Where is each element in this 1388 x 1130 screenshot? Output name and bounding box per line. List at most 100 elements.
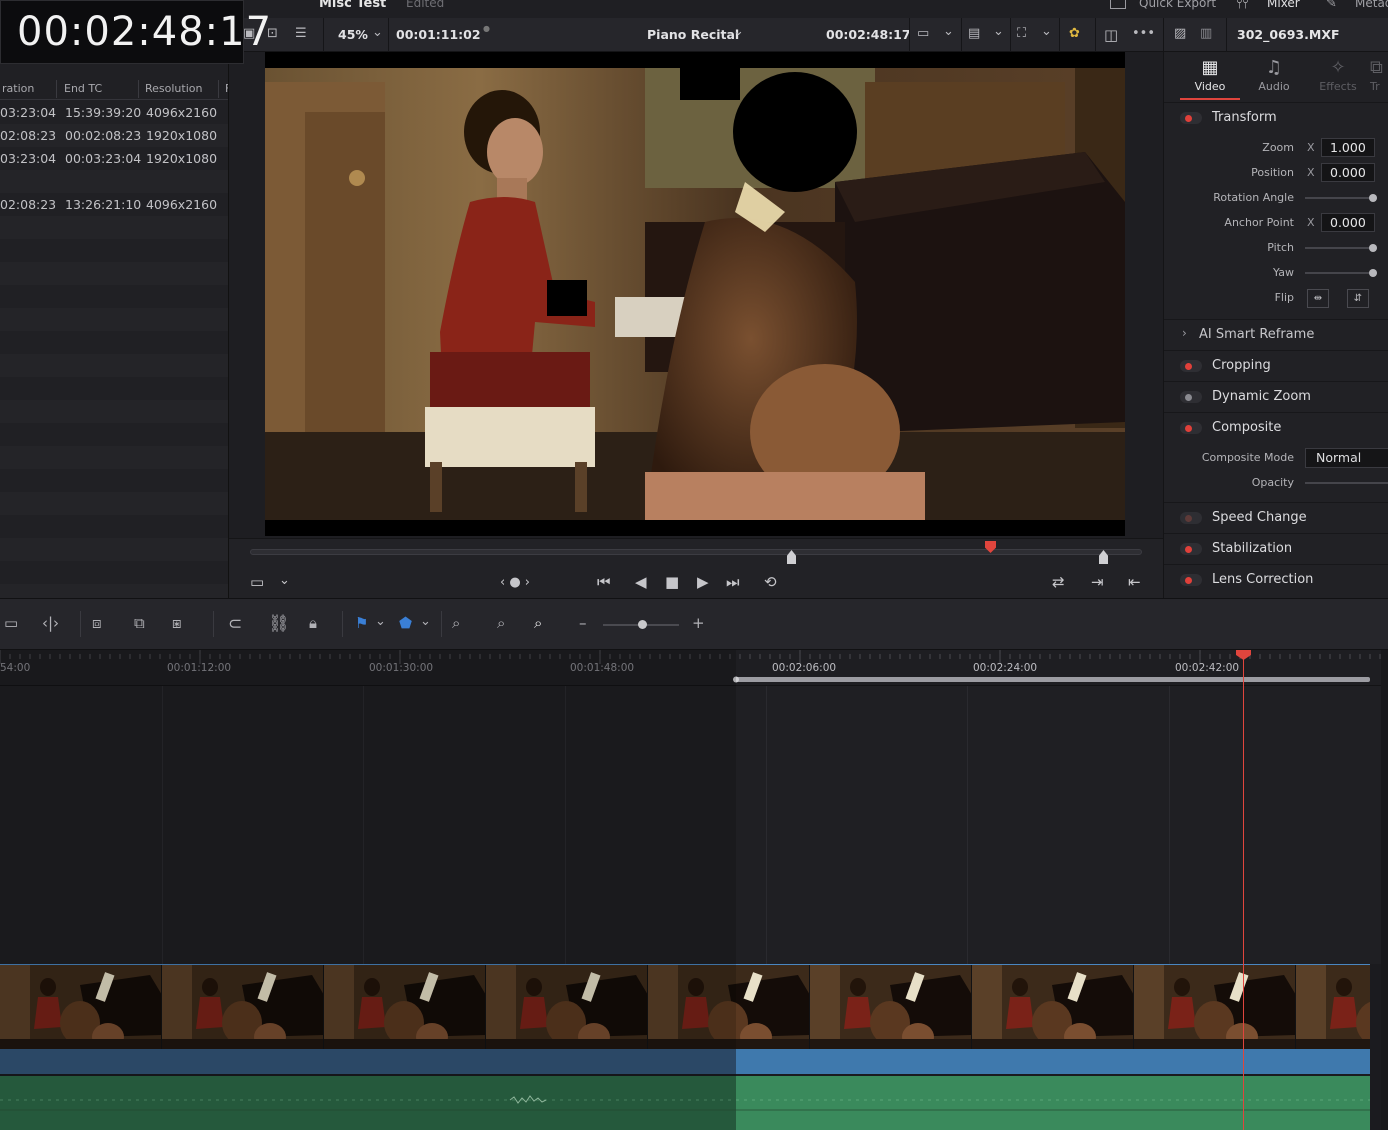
inspector-panel: ▦ Video ♫ Audio ✧ Effects ⧉ Tr Transform… — [1163, 52, 1388, 598]
composite-mode-dropdown[interactable]: Normal — [1305, 448, 1388, 468]
crop-tool-icon[interactable]: ▭ — [250, 573, 264, 591]
match-frame-icon[interactable]: ⇄ — [1052, 573, 1065, 591]
zoom-full-extent-icon[interactable]: ⌕ — [452, 614, 460, 632]
flag-icon[interactable]: ⚑ — [355, 614, 368, 632]
section-dynamic-zoom[interactable]: Dynamic Zoom — [1164, 381, 1388, 411]
lens-correction-toggle[interactable] — [1180, 574, 1202, 586]
audio-clip[interactable] — [0, 1074, 1370, 1130]
lock-icon[interactable]: 🔒︎ — [309, 614, 317, 632]
tab-transition[interactable]: ⧉ Tr — [1370, 58, 1388, 94]
yaw-slider[interactable] — [1305, 269, 1377, 277]
video-quality-icon[interactable]: ▤ — [968, 26, 980, 41]
pitch-slider[interactable] — [1305, 244, 1377, 252]
section-cropping[interactable]: Cropping — [1164, 350, 1388, 380]
table-row[interactable]: 03:23:04 15:39:39:20 4096x2160 — [0, 101, 228, 124]
loop-icon[interactable]: ⟲ — [764, 573, 777, 591]
timeline-track-area[interactable] — [0, 686, 1381, 964]
zoom-out-icon[interactable]: – — [579, 614, 587, 632]
zoom-detail-icon[interactable]: ⌕ — [497, 614, 505, 632]
go-to-start-icon[interactable]: ⏮ — [597, 573, 611, 591]
linked-selection-icon[interactable]: ⛓ — [268, 614, 290, 634]
tab-effects[interactable]: ✧ Effects — [1306, 58, 1370, 94]
rotation-slider[interactable] — [1305, 194, 1377, 202]
zoom-level-dropdown[interactable]: 45% — [338, 27, 368, 42]
zoom-x-field[interactable]: 1.000 — [1321, 138, 1375, 157]
speed-change-toggle[interactable] — [1180, 512, 1202, 524]
flip-label: Flip — [1274, 291, 1294, 304]
transform-toggle[interactable] — [1180, 112, 1202, 124]
flip-vertical-button[interactable]: ⇵ — [1347, 289, 1369, 308]
scrub-bar[interactable] — [250, 549, 1142, 555]
mixer-icon[interactable]: ⫯⫯ — [1236, 0, 1248, 12]
chevron-down-icon[interactable]: ⌄ — [733, 24, 744, 39]
quick-export-button[interactable]: Quick Export — [1139, 0, 1216, 10]
section-transform[interactable]: Transform — [1164, 102, 1388, 132]
composite-toggle[interactable] — [1180, 422, 1202, 434]
zoom-slider-handle[interactable] — [638, 620, 647, 629]
safe-area-icon[interactable]: ▭ — [917, 26, 929, 41]
jog-nav-control[interactable]: ‹ ● › — [500, 575, 530, 590]
overwrite-clip-icon[interactable]: ⧈ — [92, 614, 102, 632]
split-view-icon[interactable]: ◫ — [1104, 26, 1118, 44]
column-duration[interactable]: ration — [2, 82, 34, 95]
go-to-end-icon[interactable]: ⏭ — [726, 573, 740, 591]
table-row[interactable]: 02:08:23 00:02:08:23 1920x1080 — [0, 124, 228, 147]
cropping-toggle[interactable] — [1180, 360, 1202, 372]
zoom-in-icon[interactable]: + — [692, 614, 705, 632]
more-options-icon[interactable]: ••• — [1132, 26, 1155, 41]
mark-in-icon[interactable]: ⇥ — [1091, 573, 1104, 591]
chevron-down-icon[interactable]: ⌄ — [1041, 24, 1052, 39]
section-smart-reframe[interactable]: › AI Smart Reframe — [1164, 319, 1388, 349]
table-row[interactable]: 02:08:23 13:26:21:10 4096x2160 — [0, 193, 228, 216]
video-preview[interactable] — [265, 52, 1125, 536]
viewer-strip-icon[interactable]: ☰ — [295, 26, 307, 41]
chevron-down-icon[interactable]: ⌄ — [993, 24, 1004, 39]
column-end-tc[interactable]: End TC — [64, 82, 102, 95]
transform-overlay-icon[interactable]: ⛶ — [1017, 26, 1026, 41]
timeline-toolbar: ▭ ‹|› ⧈ ⧉ ⧆ ⊂ ⛓ 🔒︎ ⚑ ⌄ ⬟ ⌄ ⌕ ⌕ ⌕ – + — [0, 598, 1388, 650]
timeline-ruler[interactable]: 54:00 00:01:12:00 00:01:30:00 00:01:48:0… — [0, 650, 1381, 686]
chevron-down-icon[interactable]: ⌄ — [375, 614, 386, 629]
color-effects-icon[interactable]: ✿ — [1069, 26, 1080, 41]
stabilization-toggle[interactable] — [1180, 543, 1202, 555]
trim-mode-icon[interactable]: ▭ — [4, 614, 18, 632]
chevron-down-icon[interactable]: ⌄ — [372, 25, 383, 40]
section-stabilization[interactable]: Stabilization — [1164, 533, 1388, 563]
table-row[interactable]: 03:23:04 00:03:23:04 1920x1080 — [0, 147, 228, 170]
table-row[interactable] — [0, 170, 228, 193]
timeline-vertical-scrollbar[interactable] — [1381, 650, 1388, 1130]
stop-icon[interactable]: ■ — [665, 573, 679, 591]
play-icon[interactable]: ▶ — [697, 573, 709, 591]
chevron-down-icon[interactable]: ⌄ — [279, 573, 290, 588]
tab-video[interactable]: ▦ Video — [1178, 58, 1242, 94]
flip-horizontal-button[interactable]: ⇹ — [1307, 289, 1329, 308]
opacity-slider[interactable] — [1305, 482, 1388, 484]
snapping-icon[interactable]: ⊂ — [228, 614, 242, 634]
place-on-top-icon[interactable]: ⧆ — [172, 614, 182, 632]
dynamic-zoom-toggle[interactable] — [1180, 391, 1202, 403]
section-composite[interactable]: Composite — [1164, 412, 1388, 442]
metadata-icon[interactable]: ✎ — [1326, 0, 1337, 11]
quick-export-icon[interactable] — [1110, 0, 1126, 9]
position-x-field[interactable]: 0.000 — [1321, 163, 1375, 182]
mixer-button[interactable]: Mixer — [1267, 0, 1300, 10]
reverse-play-icon[interactable]: ◀ — [635, 573, 647, 591]
anchor-x-field[interactable]: 0.000 — [1321, 213, 1375, 232]
marker-icon[interactable]: ⬟ — [399, 614, 412, 632]
section-speed-change[interactable]: Speed Change — [1164, 502, 1388, 532]
video-clip[interactable] — [0, 964, 1370, 1074]
timeline-name-dropdown[interactable]: Piano Recital — [647, 27, 739, 42]
chevron-down-icon[interactable]: ⌄ — [943, 24, 954, 39]
clip-compare-icon[interactable]: ▥ — [1200, 26, 1212, 41]
mark-out-icon[interactable]: ⇤ — [1128, 573, 1141, 591]
dynamic-trim-icon[interactable]: ‹|› — [42, 614, 59, 632]
video-clip-bar-unselected[interactable] — [0, 1049, 736, 1074]
timeline-playhead[interactable] — [1243, 656, 1244, 1130]
section-lens-correction[interactable]: Lens Correction — [1164, 564, 1388, 594]
metadata-button[interactable]: Metad — [1355, 0, 1388, 10]
zoom-custom-icon[interactable]: ⌕ — [534, 614, 542, 632]
tab-audio[interactable]: ♫ Audio — [1242, 58, 1306, 94]
chevron-down-icon[interactable]: ⌄ — [420, 614, 431, 629]
replace-clip-icon[interactable]: ⧉ — [134, 614, 145, 632]
column-resolution[interactable]: Resolution — [145, 82, 202, 95]
